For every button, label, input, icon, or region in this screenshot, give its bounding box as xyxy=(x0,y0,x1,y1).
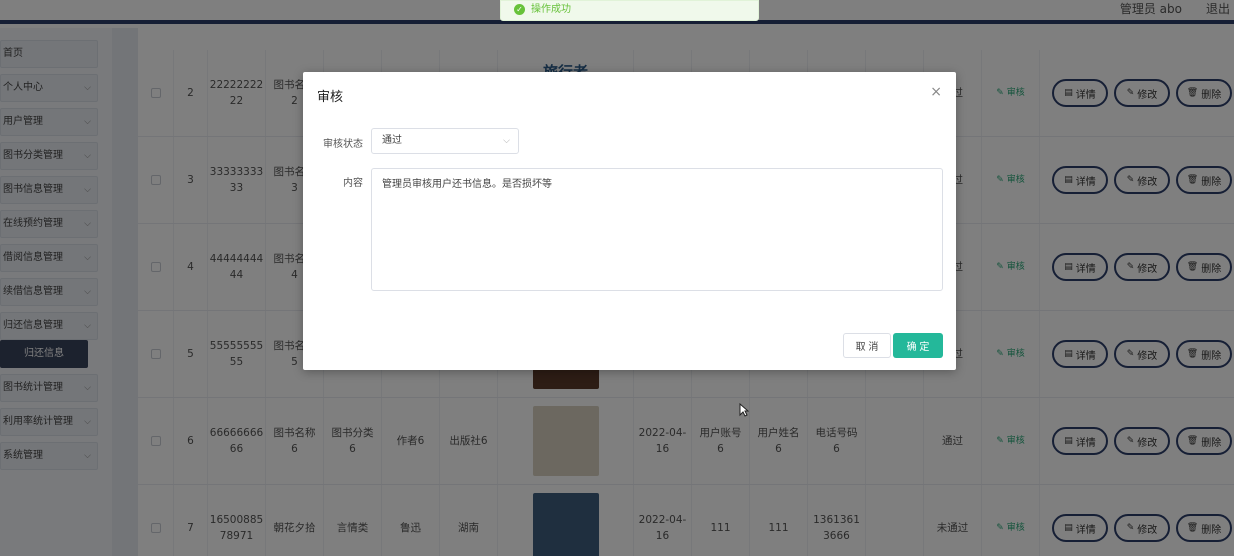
audit-status-label: 审核状态 xyxy=(323,139,363,150)
chevron-down-icon: ⌵ xyxy=(503,136,510,146)
content-textarea[interactable] xyxy=(371,168,943,291)
check-circle-icon: ✓ xyxy=(514,4,525,15)
toast-message: 操作成功 xyxy=(531,4,571,15)
cancel-button[interactable]: 取 消 xyxy=(843,333,891,358)
content-label: 内容 xyxy=(343,178,363,189)
dialog-title: 审核 xyxy=(317,90,344,105)
close-icon[interactable]: × xyxy=(930,84,942,100)
mouse-cursor-icon xyxy=(739,403,749,417)
audit-status-select[interactable]: 通过 ⌵ xyxy=(371,128,519,154)
audit-status-value: 通过 xyxy=(382,135,402,146)
success-toast: ✓ 操作成功 xyxy=(500,0,759,21)
audit-dialog: 审核 × 审核状态 通过 ⌵ 内容 取 消 确 定 xyxy=(303,72,956,370)
confirm-button[interactable]: 确 定 xyxy=(893,333,943,358)
